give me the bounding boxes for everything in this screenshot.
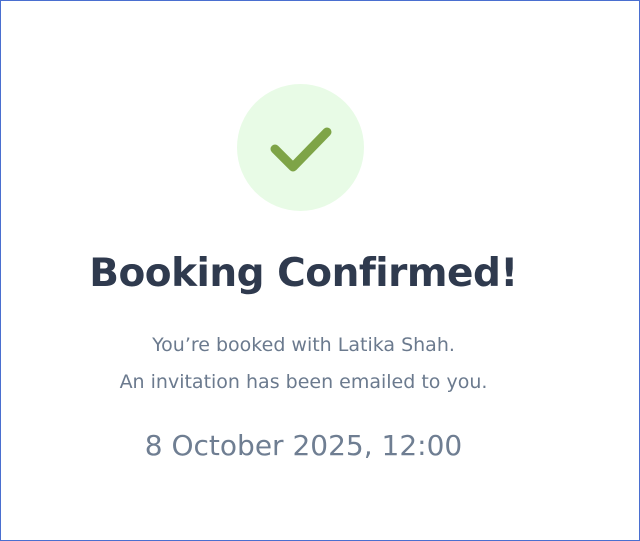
booking-datetime: 8 October 2025, 12:00 [144, 429, 463, 462]
success-badge [237, 84, 364, 211]
confirmation-content: Booking Confirmed! You’re booked with La… [1, 1, 639, 540]
page-title: Booking Confirmed! [89, 251, 518, 296]
invitation-message: An invitation has been emailed to you. [119, 371, 488, 393]
confirmation-panel: Booking Confirmed! You’re booked with La… [0, 0, 640, 541]
checkmark-icon [270, 127, 331, 171]
booking-message: You’re booked with Latika Shah. [152, 334, 455, 356]
